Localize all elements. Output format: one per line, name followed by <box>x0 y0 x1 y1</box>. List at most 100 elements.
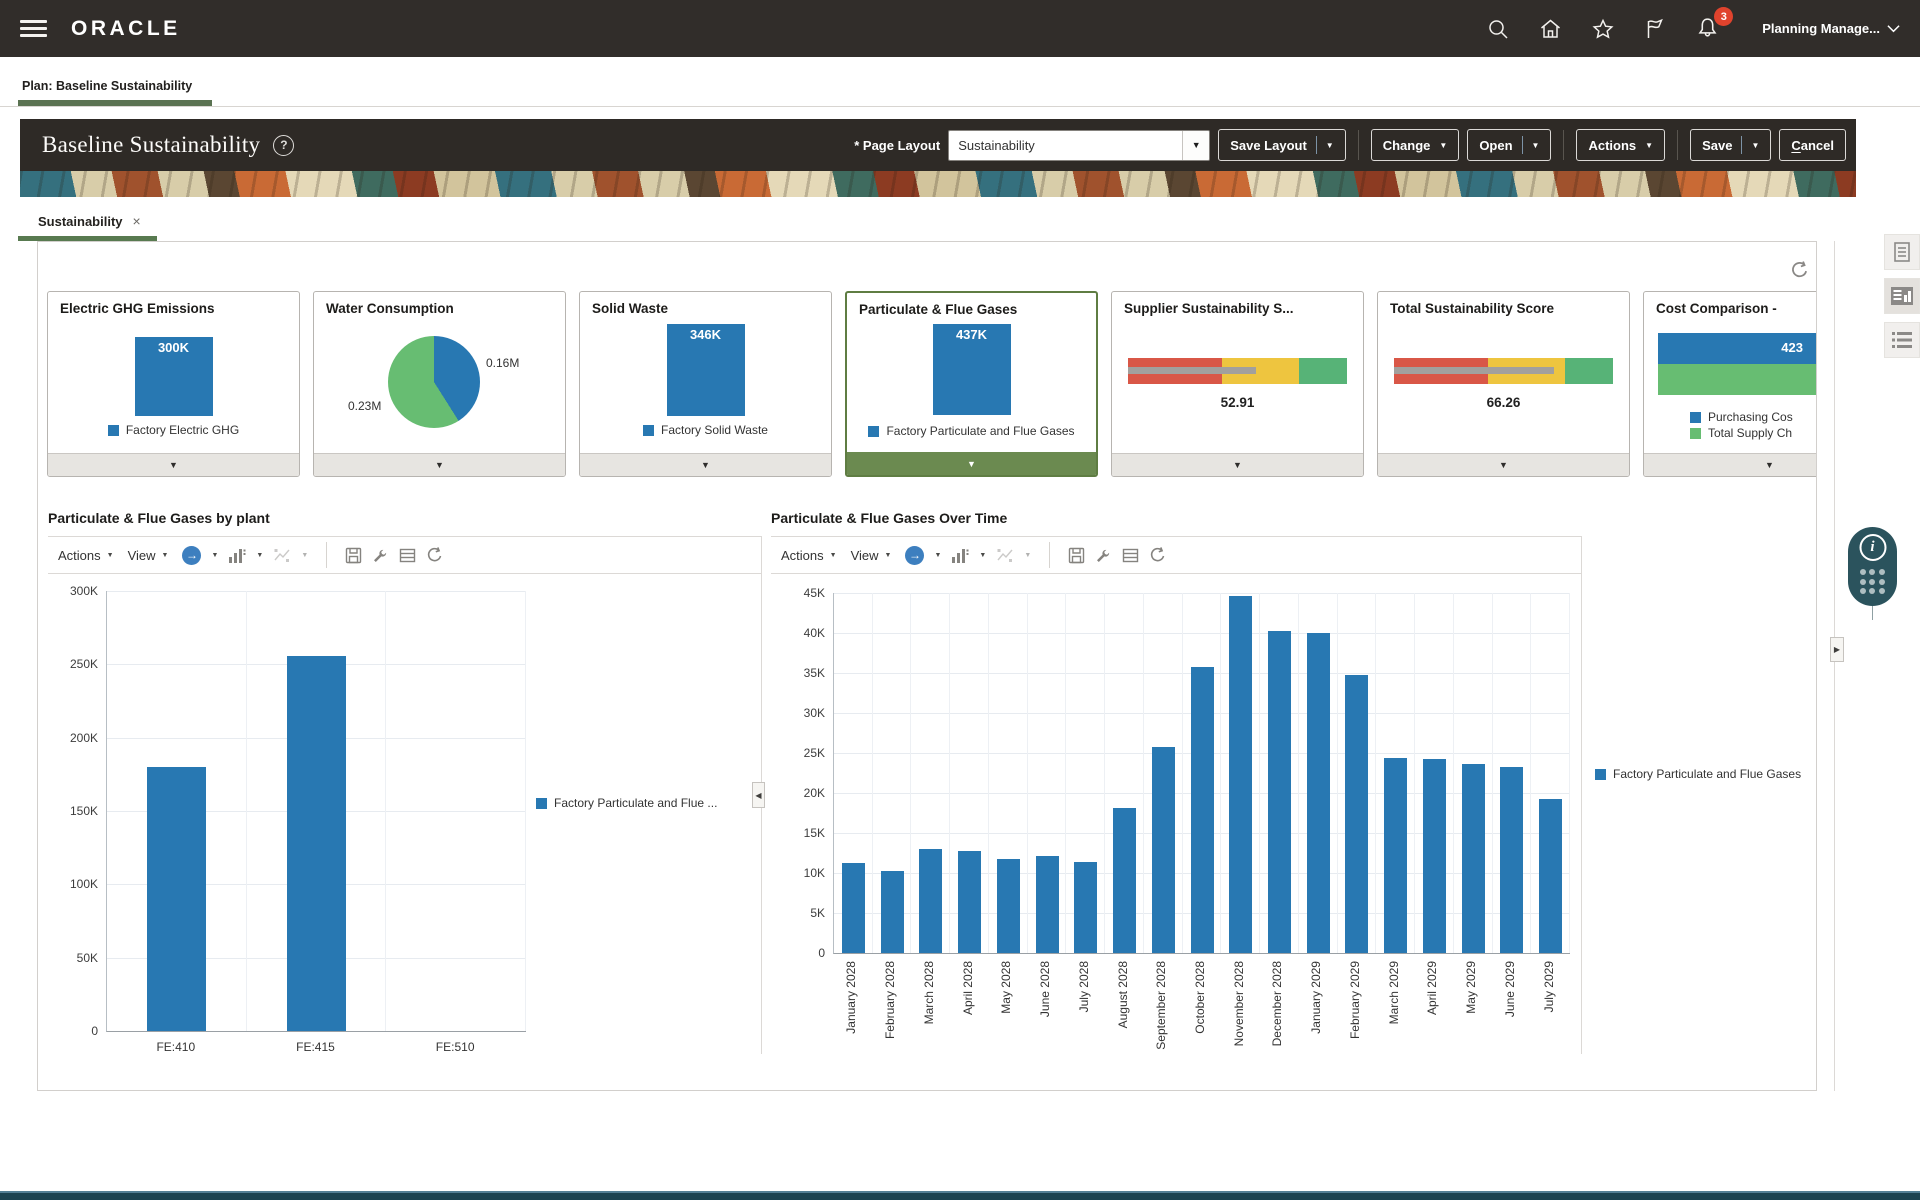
infolet-card-cost-comparison[interactable]: Cost Comparison - 423Purchasing CosTotal… <box>1643 291 1817 477</box>
caret-down-icon[interactable]: ▼ <box>211 552 218 559</box>
gridline <box>1414 593 1415 953</box>
page-layout-select[interactable]: Sustainability ▼ <box>948 130 1210 161</box>
save-layout-button[interactable]: Save Layout▼ <box>1218 129 1346 161</box>
export-icon[interactable]: → <box>182 546 201 565</box>
chart-toolbar: Actions▼ View▼ →▼ ▼ ▼ <box>48 536 761 574</box>
x-tick-label: July 2028 <box>1077 961 1091 1012</box>
refresh-icon[interactable] <box>426 546 444 564</box>
infolet-card-total-sustainability-score[interactable]: Total Sustainability Score66.26▼ <box>1377 291 1630 477</box>
save-icon[interactable] <box>1068 547 1085 564</box>
favorites-star-icon[interactable] <box>1591 17 1615 41</box>
save-icon[interactable] <box>345 547 362 564</box>
view-menu[interactable]: View▼ <box>128 548 169 563</box>
chart-legend: Factory Particulate and Flue Gases <box>1595 767 1801 781</box>
infolet-title: Cost Comparison - <box>1656 301 1817 316</box>
select-caret-icon[interactable]: ▼ <box>1182 131 1209 160</box>
infolet-card-particulate-flue-gases[interactable]: Particulate & Flue Gases437KFactory Part… <box>845 291 1098 477</box>
keypad-grid-icon[interactable] <box>1860 569 1886 594</box>
side-tab-document[interactable] <box>1884 234 1920 270</box>
search-icon[interactable] <box>1486 17 1510 41</box>
save-button[interactable]: Save▼ <box>1690 129 1771 161</box>
infolet-expander[interactable]: ▼ <box>580 453 831 476</box>
y-tick-label: 300K <box>48 584 98 598</box>
actions-menu[interactable]: Actions▼ <box>58 548 114 563</box>
splitter-collapse-left[interactable]: ◀ <box>752 782 765 808</box>
side-tab-list[interactable] <box>1884 322 1920 358</box>
side-tab-dashboard[interactable] <box>1884 278 1920 314</box>
splitter-expand-right[interactable]: ▶ <box>1830 637 1844 662</box>
info-icon[interactable]: i <box>1859 534 1886 561</box>
dashboard-panel: Electric GHG Emissions300KFactory Electr… <box>37 241 1817 1091</box>
infolet-card-solid-waste[interactable]: Solid Waste346KFactory Solid Waste▼ <box>579 291 832 477</box>
infolet-card-electric-ghg-emissions[interactable]: Electric GHG Emissions300KFactory Electr… <box>47 291 300 477</box>
y-tick-label: 15K <box>771 826 825 840</box>
tab-close-icon[interactable]: × <box>133 213 141 229</box>
tab-sustainability[interactable]: Sustainability × <box>38 213 141 229</box>
home-icon[interactable] <box>1538 17 1563 41</box>
x-tick-label: June 2028 <box>1038 961 1052 1017</box>
page-title: Baseline Sustainability <box>42 132 260 158</box>
user-menu[interactable]: Planning Manage... <box>1762 21 1900 36</box>
dashboard-icon <box>1890 286 1914 306</box>
caret-down-icon[interactable]: ▼ <box>256 552 263 559</box>
actions-menu[interactable]: Actions▼ <box>781 548 837 563</box>
infolet-expander[interactable]: ▼ <box>1644 453 1817 476</box>
refresh-icon[interactable] <box>1790 260 1810 285</box>
infolet-expander[interactable]: ▼ <box>1378 453 1629 476</box>
gauge-segment <box>1565 358 1613 384</box>
bar <box>1113 808 1136 953</box>
table-view-icon[interactable] <box>399 547 416 564</box>
infolet-expander[interactable]: ▼ <box>48 453 299 476</box>
gridline <box>1530 593 1531 953</box>
y-tick-label: 25K <box>771 746 825 760</box>
gauge-needle <box>1394 367 1554 374</box>
y-tick-label: 30K <box>771 706 825 720</box>
legend-label: Factory Solid Waste <box>661 423 768 437</box>
document-icon <box>1892 241 1912 263</box>
infolet-title: Electric GHG Emissions <box>60 301 295 316</box>
infolet-expander[interactable]: ▼ <box>314 453 565 476</box>
notifications-bell-icon[interactable]: 3 <box>1695 16 1720 41</box>
infolet-expander[interactable]: ▼ <box>1112 453 1363 476</box>
bar <box>1152 747 1175 953</box>
toolbar-separator <box>1049 542 1050 568</box>
chart-panel-over-time: Particulate & Flue Gases Over Time Actio… <box>771 510 1817 1054</box>
button-group-separator <box>1677 130 1678 160</box>
caret-down-icon[interactable]: ▼ <box>979 552 986 559</box>
watchlist-flag-icon[interactable] <box>1643 17 1667 41</box>
widget-tail <box>1872 606 1873 620</box>
legend-swatch <box>108 425 119 436</box>
hamburger-menu-icon[interactable] <box>20 16 47 42</box>
caret-down-icon[interactable]: ▼ <box>934 552 941 559</box>
refresh-icon[interactable] <box>1149 546 1167 564</box>
plot-area <box>833 593 1570 954</box>
infolet-card-water-consumption[interactable]: Water Consumption0.16M0.23M▼ <box>313 291 566 477</box>
table-view-icon[interactable] <box>1122 547 1139 564</box>
gridline <box>834 593 1570 594</box>
plan-tab-strip: Plan: Baseline Sustainability <box>0 57 1920 107</box>
gridline <box>988 593 989 953</box>
x-tick-label: February 2029 <box>1348 961 1362 1039</box>
cancel-button[interactable]: Cancel <box>1779 129 1846 161</box>
infolet-expander[interactable]: ▼ <box>847 452 1096 475</box>
infolet-title: Supplier Sustainability S... <box>1124 301 1359 316</box>
x-tick-label: June 2029 <box>1503 961 1517 1017</box>
tools-wrench-icon[interactable] <box>372 547 389 564</box>
export-icon[interactable]: → <box>905 546 924 565</box>
actions-button[interactable]: Actions▼ <box>1576 129 1665 161</box>
mini-bar: 346K <box>667 324 745 416</box>
tools-wrench-icon[interactable] <box>1095 547 1112 564</box>
infolet-card-supplier-sustainability-score[interactable]: Supplier Sustainability S... 52.91 ▼ <box>1111 291 1364 477</box>
open-button[interactable]: Open▼ <box>1467 129 1551 161</box>
help-icon[interactable]: ? <box>273 135 294 156</box>
view-menu[interactable]: View▼ <box>851 548 892 563</box>
change-button[interactable]: Change▼ <box>1371 129 1460 161</box>
gauge-value: 52.91 <box>1112 395 1363 410</box>
gridline <box>107 591 526 592</box>
plan-tab[interactable]: Plan: Baseline Sustainability <box>22 79 192 93</box>
chart-format-icon[interactable] <box>951 547 969 564</box>
caret-down-icon: ▼ <box>1024 552 1031 559</box>
chart-format-icon[interactable] <box>228 547 246 564</box>
hbar-bar <box>1658 364 1817 395</box>
x-tick-label: March 2029 <box>1387 961 1401 1024</box>
